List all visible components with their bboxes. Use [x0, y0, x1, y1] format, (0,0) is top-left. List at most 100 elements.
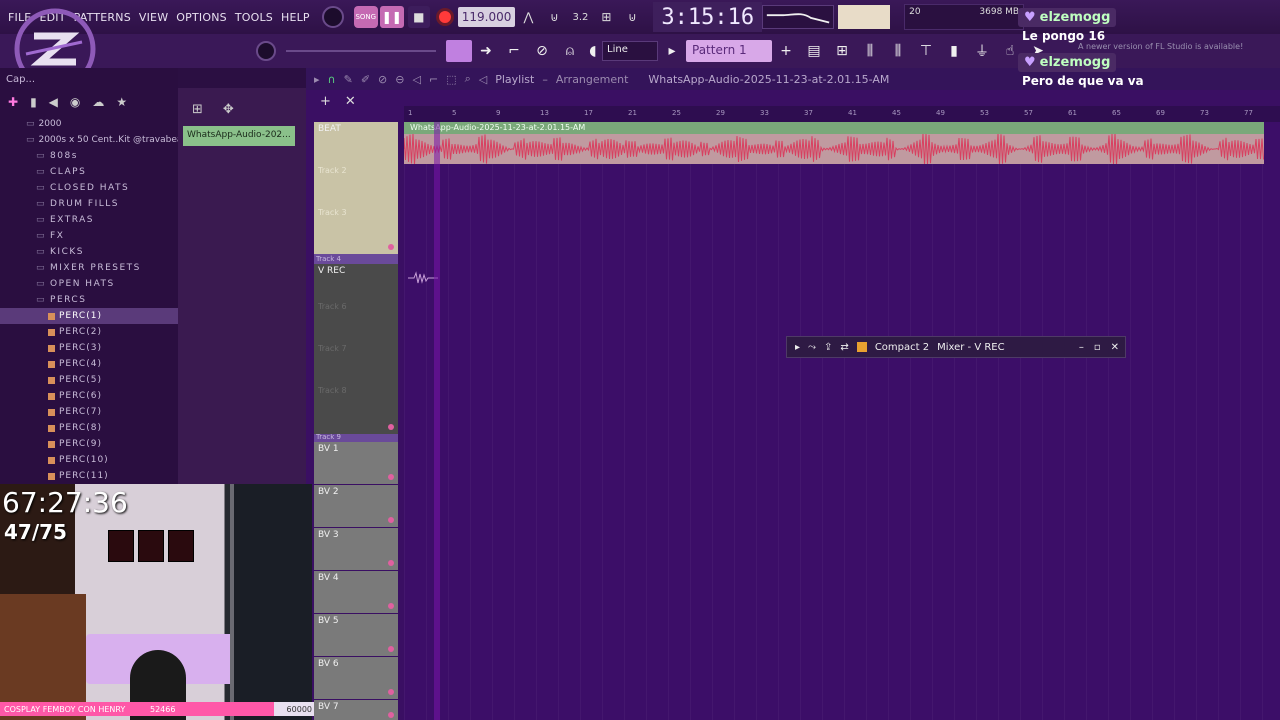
browser-all-tab[interactable]: ✚	[8, 95, 18, 109]
piano-roll-button[interactable]	[446, 40, 472, 62]
mixer-rec-icon[interactable]: ⇄	[840, 342, 848, 353]
channel-rack-icon[interactable]: ⊞	[831, 40, 853, 62]
add-track-icon[interactable]: +	[320, 94, 331, 109]
browser-item[interactable]: ▭ 2000s x 50 Cent..Kit @travabeats	[0, 132, 191, 148]
mixer-route-icon[interactable]: ⤳	[808, 342, 816, 353]
tool-zoom-icon[interactable]: ⌕	[465, 72, 471, 86]
song-position[interactable]: 3:15:16	[653, 2, 763, 32]
track-record-icon[interactable]	[388, 603, 394, 609]
browser-item[interactable]: ▭ EXTRAS	[0, 212, 178, 228]
menu-help[interactable]: HELP	[277, 11, 314, 24]
tool-select-icon[interactable]: ⬚	[446, 73, 456, 86]
track-header[interactable]: BV 7	[314, 700, 398, 720]
countdown-icon[interactable]: 3.2	[569, 6, 591, 28]
browser-item[interactable]: PERC(10)	[0, 452, 178, 468]
browser-world-tab[interactable]: ◉	[70, 95, 80, 109]
track-header[interactable]: BV 6	[314, 657, 398, 699]
browser-item[interactable]: PERC(11)	[0, 468, 178, 484]
pat-song-toggle[interactable]: SONG	[353, 6, 378, 28]
add-pattern-icon[interactable]: +	[775, 40, 797, 62]
arrow-right-icon[interactable]: ➜	[475, 40, 497, 62]
snap-magnet-icon[interactable]: ∩	[328, 73, 336, 86]
browser-item[interactable]: ▭ DRUM FILLS	[0, 196, 178, 212]
picker-audio-clip[interactable]: WhatsApp-Audio-202...	[183, 126, 295, 146]
browser-item[interactable]: ▭ MIXER PRESETS	[0, 260, 178, 276]
mixer-preset[interactable]: Compact 2	[875, 342, 929, 353]
browser-item[interactable]: ▭ 2000	[0, 116, 178, 132]
step-edit-icon[interactable]: ⊞	[595, 6, 617, 28]
picker-move-icon[interactable]: ✥	[223, 102, 234, 117]
master-volume-knob[interactable]	[321, 6, 344, 28]
browser-item[interactable]: ▭ FX	[0, 228, 178, 244]
record-button[interactable]	[434, 6, 456, 28]
tool-paint-icon[interactable]: ✐	[361, 73, 370, 86]
browser-item[interactable]: PERC(8)	[0, 420, 178, 436]
timeline-ruler[interactable]: 1 5 9 13 17 21 25 29 33 37 41 45 49 53 57 61 65 69 73 77	[404, 106, 1280, 122]
menu-options[interactable]: OPTIONS	[172, 11, 231, 24]
track-header[interactable]: Track 6	[314, 300, 398, 340]
pause-button[interactable]: ❚❚	[379, 6, 404, 28]
track-header[interactable]: Track 8	[314, 384, 398, 424]
snap-select[interactable]: Line	[602, 41, 658, 61]
browser-item[interactable]: PERC(9)	[0, 436, 178, 452]
browser-item[interactable]: PERC(4)	[0, 356, 178, 372]
track-header[interactable]: Track 7	[314, 342, 398, 382]
close-window-icon[interactable]: ✕	[1111, 342, 1119, 353]
browser-item[interactable]: ▭ CLAPS	[0, 164, 178, 180]
tool-mute-icon[interactable]: ⊖	[395, 73, 404, 86]
file-icon[interactable]: ▮	[943, 40, 965, 62]
stamp-icon[interactable]: ⍝	[559, 40, 581, 62]
tool-slice-icon[interactable]: ⌐	[429, 73, 438, 86]
browser-item[interactable]: ▭ PERCS	[0, 292, 178, 308]
brush-icon[interactable]: ⌐	[503, 40, 525, 62]
link-icon[interactable]: ⊘	[531, 40, 553, 62]
track-record-icon[interactable]	[388, 646, 394, 652]
minimize-icon[interactable]: –	[1079, 342, 1084, 353]
tool-delete-icon[interactable]: ⊘	[378, 73, 387, 86]
breadcrumb-arrangement[interactable]: Arrangement	[556, 73, 629, 86]
mixer-upload-icon[interactable]: ⇪	[824, 342, 832, 353]
menu-view[interactable]: VIEW	[135, 11, 172, 24]
picker-grid-icon[interactable]: ⊞	[192, 102, 203, 117]
wait-input-icon[interactable]: ⊍	[543, 6, 565, 28]
stop-button[interactable]: ■	[407, 6, 430, 28]
browser-star-tab[interactable]: ★	[116, 95, 127, 109]
pitch-slider[interactable]	[286, 50, 436, 52]
browser-item[interactable]: ▭ OPEN HATS	[0, 276, 178, 292]
mixer-icon[interactable]: ⫼	[859, 40, 881, 62]
tempo-display[interactable]: 119.000	[457, 7, 516, 27]
track-record-icon[interactable]	[388, 689, 394, 695]
browser-cloud-tab[interactable]: ☁	[92, 95, 104, 109]
track-header[interactable]: Track 3	[314, 206, 398, 246]
magnet-icon[interactable]: ◖	[587, 40, 599, 62]
browser-item[interactable]: ▭ CLOSED HATS	[0, 180, 178, 196]
tool-volume-icon[interactable]: ◁	[412, 73, 420, 86]
project-tree-icon[interactable]: ⊤	[915, 40, 937, 62]
audio-clip-beat[interactable]: WhatsApp-Audio-2025-11-23-at-2.01.15-AM	[404, 122, 1264, 164]
mixer-color-icon[interactable]	[856, 342, 867, 352]
maximize-icon[interactable]: ▫	[1094, 342, 1101, 353]
track-record-icon[interactable]	[388, 560, 394, 566]
track-header[interactable]: BV 5	[314, 614, 398, 656]
browser-item[interactable]: PERC(6)	[0, 388, 178, 404]
track-header[interactable]: BV 4	[314, 571, 398, 613]
track-record-icon[interactable]	[388, 712, 394, 718]
track-record-icon[interactable]	[388, 517, 394, 523]
loop-record-icon[interactable]: ⊍	[621, 6, 643, 28]
pattern-selector[interactable]: Pattern 1	[686, 40, 772, 62]
browser-item[interactable]: ▭ 808s	[0, 148, 178, 164]
browser-item[interactable]: PERC(3)	[0, 340, 178, 356]
playlist-icon[interactable]: ▤	[803, 40, 825, 62]
mixer-window-titlebar[interactable]: ▸ ⤳ ⇪ ⇄ Compact 2 Mixer - V REC – ▫ ✕	[786, 336, 1126, 358]
track-record-icon[interactable]	[388, 424, 394, 430]
browser-item[interactable]: PERC(2)	[0, 324, 178, 340]
metronome-icon[interactable]: ⋀	[517, 6, 539, 28]
pitch-knob[interactable]	[256, 41, 276, 61]
plug-icon[interactable]: ⏚	[971, 40, 993, 62]
play-icon[interactable]: ▸	[314, 73, 320, 86]
browser-files-tab[interactable]: ▮	[30, 95, 37, 109]
track-header[interactable]: Track 2	[314, 164, 398, 204]
tool-draw-icon[interactable]: ✎	[344, 73, 353, 86]
arrangement-grid[interactable]: WhatsApp-Audio-2025-11-23-at-2.01.15-AM	[404, 122, 1280, 720]
browser-plugins-tab[interactable]: ◀	[49, 95, 58, 109]
